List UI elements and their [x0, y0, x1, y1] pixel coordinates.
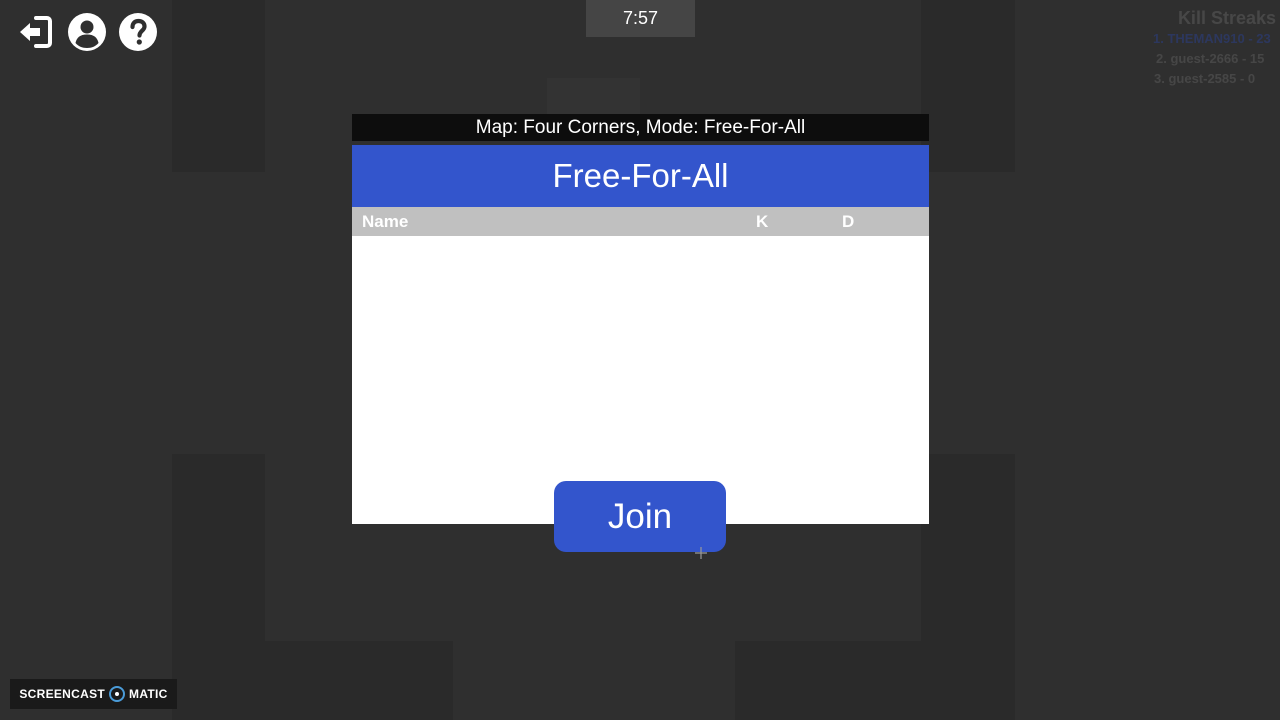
map-wall	[921, 454, 1015, 720]
watermark-left-text: SCREENCAST	[19, 687, 106, 701]
lobby-dialog: Free-For-All Name K D	[352, 145, 929, 524]
kill-streak-entry: 3. guest-2585 - 0	[1154, 71, 1256, 86]
column-header-kills: K	[756, 212, 769, 231]
map-wall	[265, 641, 453, 720]
kill-streaks-panel: Kill Streaks 1. THEMAN910 - 23 2. guest-…	[1150, 8, 1280, 108]
logout-icon[interactable]	[16, 12, 56, 52]
map-mode-label: Map: Four Corners, Mode: Free-For-All	[352, 114, 929, 141]
screencast-watermark: SCREENCAST MATIC	[10, 679, 177, 709]
kill-streaks-title: Kill Streaks	[1177, 8, 1276, 28]
map-wall	[172, 454, 265, 720]
profile-icon[interactable]	[67, 12, 107, 52]
column-header-deaths: D	[842, 212, 855, 231]
round-timer: 7:57	[586, 0, 695, 37]
lobby-title: Free-For-All	[352, 145, 929, 207]
scoreboard-header: Name K D	[352, 207, 929, 236]
column-header-name: Name	[362, 212, 409, 231]
kill-streak-entry: 1. THEMAN910 - 23	[1153, 31, 1271, 46]
kill-streak-entry: 2. guest-2666 - 15	[1156, 51, 1265, 66]
help-icon[interactable]	[118, 12, 158, 52]
game-screen: 7:57 Kill Streaks 1. THEMAN910 - 23 2. g…	[0, 0, 1280, 720]
map-wall	[735, 641, 921, 720]
map-wall	[172, 0, 265, 172]
record-icon	[109, 686, 126, 702]
join-button[interactable]: Join	[554, 481, 726, 552]
crosshair-cursor-icon	[695, 547, 707, 559]
map-wall	[921, 0, 1015, 172]
watermark-right-text: MATIC	[129, 687, 168, 701]
map-wall	[547, 78, 640, 118]
